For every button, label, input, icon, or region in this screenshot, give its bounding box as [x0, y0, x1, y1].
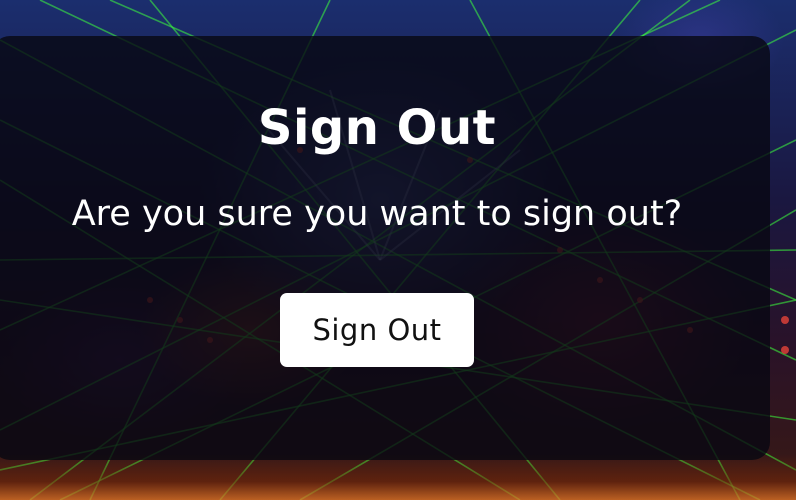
confirmation-message: Are you sure you want to sign out?: [71, 194, 683, 234]
sign-out-button[interactable]: Sign Out: [280, 293, 474, 367]
dialog-title: Sign Out: [257, 100, 497, 156]
stage-lights: [0, 454, 796, 500]
sign-out-dialog: Sign Out Are you sure you want to sign o…: [0, 36, 770, 460]
